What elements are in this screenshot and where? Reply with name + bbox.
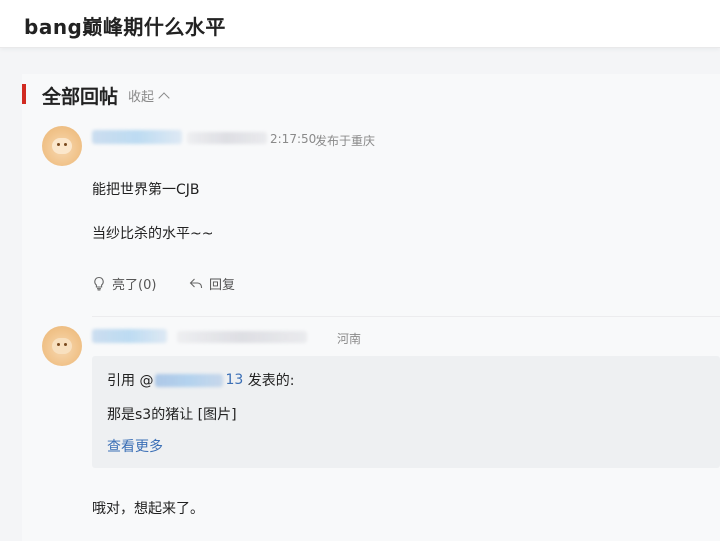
avatar[interactable] [42, 326, 82, 366]
quoted-user-blurred[interactable] [155, 373, 224, 387]
quote-text: 那是s3的猪让 [图片] [107, 407, 237, 423]
quote-prefix: 引用 @ [107, 373, 154, 389]
post-line: 能把世界第一CJB [92, 182, 200, 198]
post-location: 发布于重庆 [315, 134, 376, 148]
page-title: bang巅峰期什么水平 [24, 15, 226, 39]
lightbulb-icon [94, 276, 104, 291]
section-title: 全部回帖 [42, 86, 119, 108]
username-blurred[interactable] [92, 130, 182, 144]
post-time: 2:17:50 [270, 132, 317, 146]
section-accent-bar [22, 84, 26, 104]
replies-panel: 全部回帖 收起 2:17:50 发布于重庆 能把世界第一CJB 当纱比杀的水平~… [22, 74, 720, 541]
quote-block: 引用 @ 13 发表的: 那是s3的猪让 [图片] 查看更多 [92, 356, 720, 468]
like-button[interactable]: 亮了(0) [92, 274, 156, 293]
collapse-toggle[interactable]: 收起 [128, 86, 170, 105]
like-label: 亮了(0) [112, 278, 157, 293]
reply-icon [189, 278, 203, 288]
post-body: 哦对，想起来了。 [92, 501, 204, 517]
reply-button[interactable]: 回复 [189, 274, 235, 293]
timestamp-blurred [177, 331, 307, 343]
quote-header: 引用 @ 13 发表的: [107, 370, 294, 390]
post-location: 河南 [337, 332, 362, 346]
reply-label: 回复 [209, 278, 236, 293]
collapse-label: 收起 [128, 90, 155, 105]
username-blurred[interactable] [92, 329, 167, 343]
quote-suffix: 发表的: [243, 373, 295, 389]
timestamp-blurred [187, 132, 267, 144]
chevron-up-icon [158, 91, 170, 104]
top-bar: bang巅峰期什么水平 [0, 0, 720, 48]
quoted-user-link[interactable]: 13 [225, 372, 243, 388]
post-line: 当纱比杀的水平~~ [92, 226, 214, 242]
post-divider [92, 316, 720, 317]
see-more-link[interactable]: 查看更多 [107, 436, 163, 456]
avatar[interactable] [42, 126, 82, 166]
